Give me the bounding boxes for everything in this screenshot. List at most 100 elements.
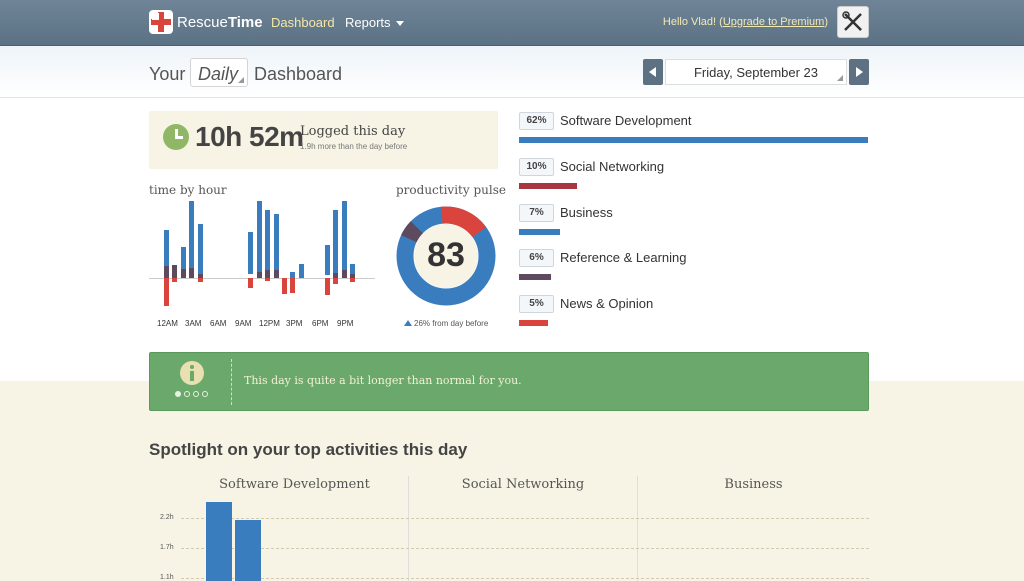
category-name[interactable]: Business [560,205,613,220]
pulse-score: 83 [427,236,465,274]
hour-tick: 6AM [210,319,227,328]
arrow-right-icon [856,67,863,77]
hour-bar[interactable] [350,278,355,282]
arrow-left-icon [649,67,656,77]
category-bar [519,183,577,189]
total-time: 10h 52m [195,121,304,152]
hour-bar[interactable] [198,278,203,282]
hour-bar[interactable] [299,264,304,278]
hour-bar[interactable] [274,270,279,278]
info-icon [180,361,204,385]
arrow-up-icon [404,320,412,326]
hour-bar[interactable] [265,210,270,270]
hour-bar[interactable] [342,201,347,270]
hour-bar[interactable] [181,247,186,269]
productivity-pulse-label: productivity pulse [396,183,506,197]
hour-bar[interactable] [333,210,338,273]
pager-dot[interactable] [202,391,208,397]
category-name[interactable]: Software Development [560,113,692,128]
brand-name: RescueTime [177,13,263,31]
pager-dot[interactable] [193,391,199,397]
hour-bar[interactable] [274,214,279,270]
tip-divider [231,359,232,405]
hour-bar[interactable] [181,269,186,278]
date-select[interactable]: Friday, September 23 [665,59,847,85]
hour-chart-axis [149,278,375,279]
category-name[interactable]: Reference & Learning [560,250,686,265]
hour-bar[interactable] [248,278,253,288]
period-selector[interactable]: Daily [190,58,248,87]
pager-dot[interactable] [184,391,190,397]
hour-bar[interactable] [265,270,270,278]
spotlight-column-title: Software Development [219,477,370,492]
category-bar [519,320,548,326]
next-day-button[interactable] [849,59,869,85]
tip-text: This day is quite a bit longer than norm… [244,374,522,387]
column-divider [408,476,409,581]
hour-tick: 12AM [157,319,178,328]
grid-line [181,548,869,549]
category-name[interactable]: News & Opinion [560,296,653,311]
hour-bar[interactable] [172,278,177,282]
category-percent: 62% [519,112,554,130]
user-greeting: Hello Vlad! (Upgrade to Premium) [662,16,828,28]
category-bar [519,274,551,280]
hour-bar[interactable] [350,264,355,274]
category-percent: 7% [519,204,554,222]
clock-icon [163,124,189,150]
hour-bar[interactable] [189,268,194,278]
pager-dot[interactable] [175,391,181,397]
time-comparison: 1.9h more than the day before [300,142,408,151]
hour-bar[interactable] [282,278,287,294]
hour-bar[interactable] [257,272,262,278]
hour-tick: 9PM [337,319,354,328]
pulse-change: 26% from day before [404,319,488,328]
previous-day-button[interactable] [643,59,663,85]
hour-tick: 6PM [312,319,329,328]
hour-tick: 12PM [259,319,280,328]
tools-icon[interactable] [837,6,869,38]
dropdown-corner-icon [837,75,843,81]
hour-bar[interactable] [290,278,295,293]
tip-pager[interactable] [175,391,208,397]
spotlight-title: Spotlight on your top activities this da… [149,440,468,459]
upgrade-link[interactable]: Upgrade to Premium [723,16,825,28]
grid-line [181,578,869,579]
hour-tick: 3PM [286,319,303,328]
hour-bar[interactable] [342,270,347,278]
hour-bar[interactable] [189,201,194,268]
hour-bar[interactable] [164,266,169,278]
chevron-down-icon [395,21,404,27]
logo-cross-icon [149,10,173,34]
nav-dashboard[interactable]: Dashboard [271,15,335,30]
title-suffix: Dashboard [254,64,343,84]
category-name[interactable]: Social Networking [560,159,664,174]
hour-bar[interactable] [325,245,330,275]
hour-bar[interactable] [198,224,203,274]
category-bar [519,137,868,143]
column-divider [637,476,638,581]
hour-tick: 9AM [235,319,252,328]
spotlight-column-title: Business [724,477,783,492]
category-bar [519,229,560,235]
hour-bar[interactable] [325,278,330,295]
spotlight-bar[interactable] [206,502,232,581]
y-tick: 2.2h [160,514,174,521]
hour-bar[interactable] [164,230,169,266]
hour-bar[interactable] [265,278,270,281]
time-by-hour-label: time by hour [149,183,227,197]
y-tick: 1.7h [160,544,174,551]
spotlight-column-title: Social Networking [461,477,585,492]
title-prefix: Your [149,64,186,84]
nav-reports[interactable]: Reports [345,15,404,30]
rescuetime-logo[interactable]: RescueTime [149,10,263,34]
hour-tick: 3AM [185,319,202,328]
hour-bar[interactable] [172,265,177,278]
spotlight-bar[interactable] [235,520,261,581]
hour-bar[interactable] [257,201,262,272]
hour-bar[interactable] [164,278,169,306]
hour-bar[interactable] [248,232,253,274]
category-percent: 10% [519,158,554,176]
date-picker: Friday, September 23 [643,59,869,85]
hour-bar[interactable] [333,278,338,284]
